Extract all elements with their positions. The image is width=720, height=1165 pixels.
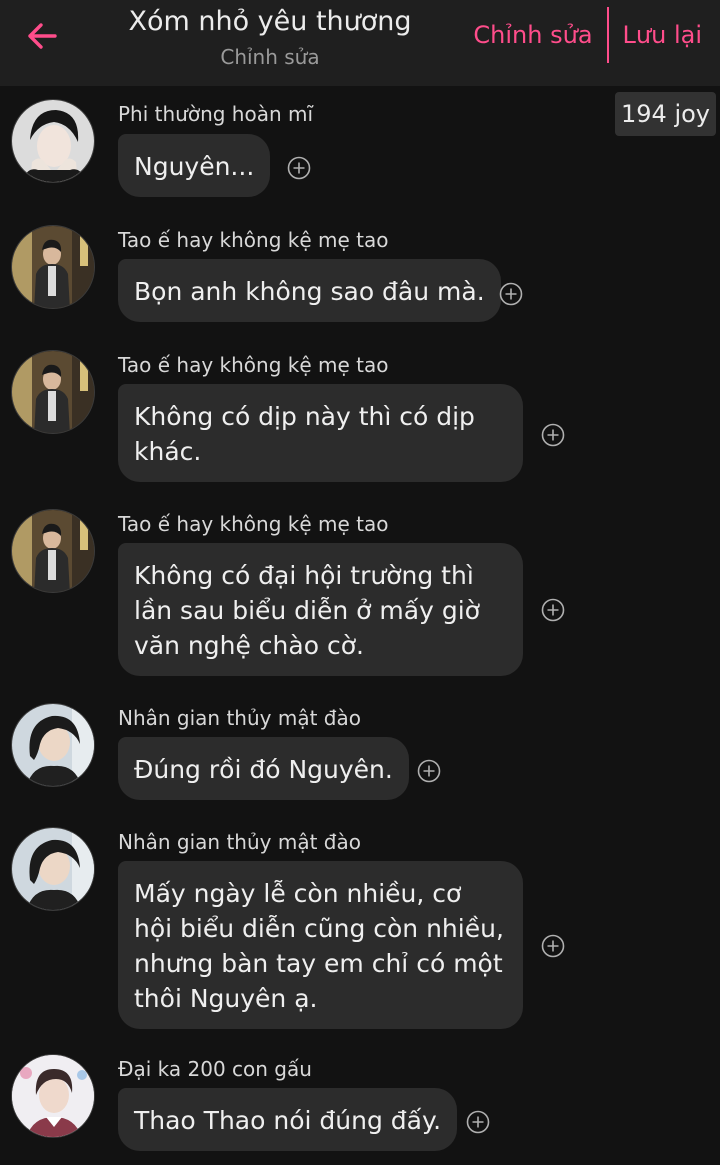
avatar[interactable] bbox=[11, 827, 95, 911]
arrow-left-icon bbox=[28, 23, 57, 49]
page-subtitle: Chỉnh sửa bbox=[220, 45, 320, 69]
edit-button[interactable]: Chỉnh sửa bbox=[473, 21, 592, 49]
save-button[interactable]: Lưu lại bbox=[623, 21, 702, 49]
joy-points-badge: 194 joy bbox=[615, 92, 716, 136]
avatar[interactable] bbox=[11, 99, 95, 183]
sender-name: Phi thường hoàn mĩ bbox=[118, 102, 314, 126]
avatar[interactable] bbox=[11, 703, 95, 787]
add-reaction-icon[interactable] bbox=[499, 282, 523, 306]
sender-name: Tao ế hay không kệ mẹ tao bbox=[118, 353, 389, 377]
message-bubble[interactable]: Nguyên... bbox=[118, 134, 271, 197]
message-bubble[interactable]: Không có dịp này thì có dịp khác. bbox=[118, 384, 523, 482]
back-button[interactable] bbox=[18, 12, 66, 60]
message-bubble[interactable]: Mấy ngày lễ còn nhiều, cơ hội biểu diễn … bbox=[118, 861, 523, 1029]
message-bubble[interactable]: Bọn anh không sao đâu mà. bbox=[118, 259, 501, 322]
title-block: Xóm nhỏ yêu thương Chỉnh sửa bbox=[105, 0, 435, 72]
add-reaction-icon[interactable] bbox=[541, 934, 565, 958]
avatar[interactable] bbox=[11, 350, 95, 434]
avatar[interactable] bbox=[11, 225, 95, 309]
add-reaction-icon[interactable] bbox=[541, 423, 565, 447]
sender-name: Nhân gian thủy mật đào bbox=[118, 830, 361, 854]
header-actions: Chỉnh sửa Lưu lại bbox=[473, 6, 702, 64]
sender-name: Nhân gian thủy mật đào bbox=[118, 706, 361, 730]
add-reaction-icon[interactable] bbox=[541, 598, 565, 622]
sender-name: Tao ế hay không kệ mẹ tao bbox=[118, 512, 389, 536]
page-title: Xóm nhỏ yêu thương bbox=[128, 6, 412, 37]
add-reaction-icon[interactable] bbox=[466, 1110, 490, 1134]
avatar[interactable] bbox=[11, 509, 95, 593]
message-bubble[interactable]: Thao Thao nói đúng đấy. bbox=[118, 1088, 458, 1151]
sender-name: Đại ka 200 con gấu bbox=[118, 1057, 312, 1081]
avatar[interactable] bbox=[11, 1054, 95, 1138]
app-header: Xóm nhỏ yêu thương Chỉnh sửa Chỉnh sửa L… bbox=[0, 0, 720, 86]
message-bubble[interactable]: Đúng rồi đó Nguyên. bbox=[118, 737, 409, 800]
add-reaction-icon[interactable] bbox=[287, 156, 311, 180]
add-reaction-icon[interactable] bbox=[417, 759, 441, 783]
message-bubble[interactable]: Không có đại hội trường thì lần sau biểu… bbox=[118, 543, 523, 676]
header-divider bbox=[606, 7, 609, 63]
sender-name: Tao ế hay không kệ mẹ tao bbox=[118, 228, 389, 252]
